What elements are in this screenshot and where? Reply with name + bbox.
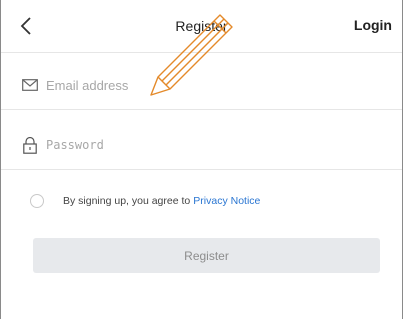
privacy-notice-link[interactable]: Privacy Notice (193, 195, 260, 207)
page-title: Register (175, 18, 228, 34)
login-link[interactable]: Login (354, 17, 392, 33)
agreement-text: By signing up, you agree to (63, 195, 191, 207)
top-bar: Register Login (1, 0, 402, 53)
lock-icon (20, 135, 40, 155)
agreement-row: By signing up, you agree to Privacy Noti… (30, 191, 260, 211)
email-field[interactable] (46, 73, 366, 97)
password-field[interactable] (46, 133, 366, 157)
register-button[interactable]: Register (33, 238, 380, 273)
envelope-icon (20, 75, 40, 95)
email-row (1, 61, 402, 110)
agreement-radio[interactable] (30, 194, 44, 208)
password-row (1, 121, 402, 170)
